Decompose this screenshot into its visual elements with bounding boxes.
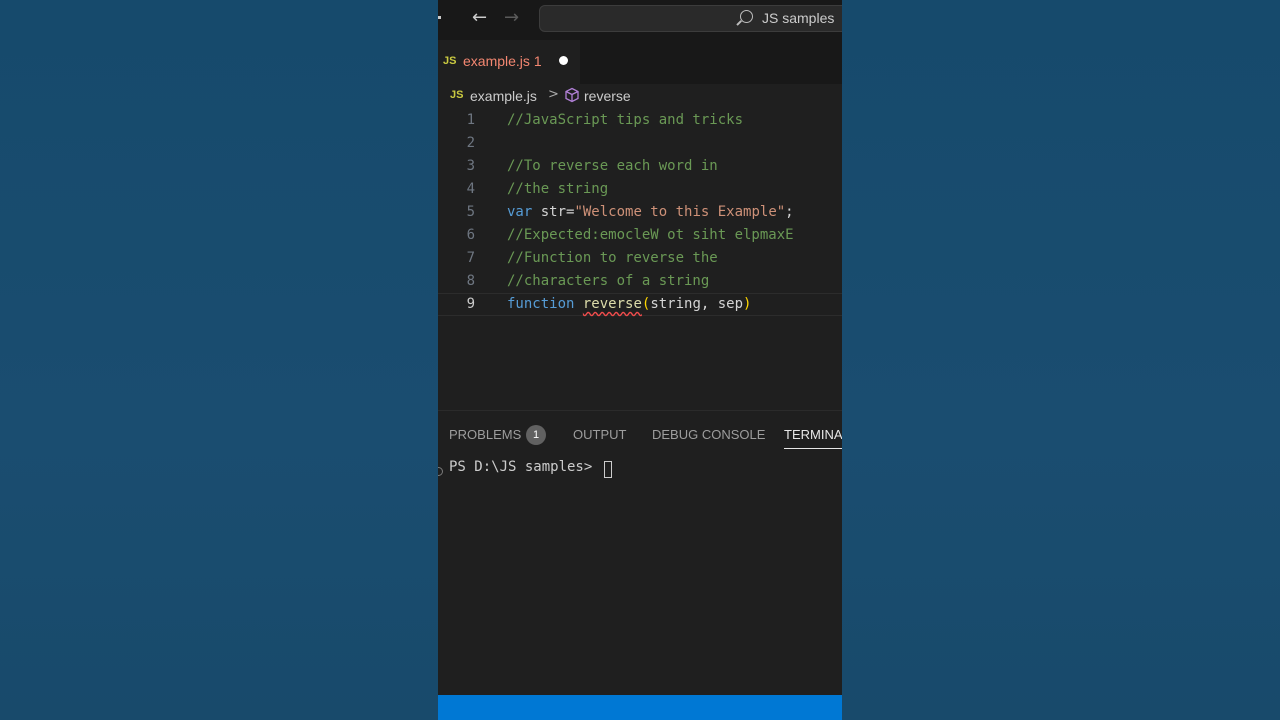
code-editor[interactable]: 1 //JavaScript tips and tricks 2 3 //To … bbox=[438, 108, 842, 410]
bottom-panel: PROBLEMS 1 OUTPUT DEBUG CONSOLE TERMINAL… bbox=[438, 410, 842, 695]
keyword-token: function bbox=[507, 296, 575, 312]
search-label: JS samples bbox=[762, 10, 835, 26]
code-text: //Function to reverse the bbox=[507, 250, 718, 266]
js-file-icon: JS bbox=[450, 89, 464, 101]
active-tab-indicator bbox=[784, 448, 842, 449]
line-number: 9 bbox=[466, 296, 475, 312]
punctuation-token: ; bbox=[785, 204, 794, 220]
function-name-token: reverse bbox=[582, 296, 642, 312]
title-bar: ← → JS samples bbox=[438, 0, 842, 40]
code-text: //To reverse each word in bbox=[507, 158, 718, 174]
method-cube-icon bbox=[565, 87, 579, 103]
breadcrumb: JS example.js > reverse bbox=[438, 84, 842, 108]
breadcrumb-symbol[interactable]: reverse bbox=[584, 88, 631, 104]
params-token: string, sep bbox=[650, 296, 744, 312]
unsaved-dot-icon[interactable] bbox=[559, 56, 568, 65]
line-number: 1 bbox=[466, 112, 475, 128]
problems-count-badge: 1 bbox=[526, 425, 546, 445]
tab-label: example.js 1 bbox=[463, 53, 542, 69]
tab-problems[interactable]: PROBLEMS bbox=[449, 427, 521, 442]
tab-terminal[interactable]: TERMINAL bbox=[784, 427, 842, 442]
code-line[interactable]: 4 //the string bbox=[438, 178, 842, 201]
code-text: //characters of a string bbox=[507, 273, 710, 289]
line-number: 8 bbox=[466, 273, 475, 289]
vscode-window: ← → JS samples JS example.js 1 JS exampl… bbox=[438, 0, 842, 720]
paren-token: ) bbox=[743, 296, 752, 312]
terminal-cursor bbox=[604, 461, 612, 478]
code-text: //the string bbox=[507, 181, 609, 197]
line-number: 2 bbox=[466, 135, 475, 151]
code-line-current[interactable]: 9 function reverse(string, sep) bbox=[438, 293, 842, 316]
js-file-icon: JS bbox=[443, 55, 457, 67]
status-bar bbox=[438, 695, 842, 720]
code-line[interactable]: 1 //JavaScript tips and tricks bbox=[438, 109, 842, 132]
code-text: //Expected:emocleW ot siht elpmaxE bbox=[507, 227, 794, 243]
menu-dot-icon[interactable] bbox=[438, 16, 441, 19]
line-number: 5 bbox=[466, 204, 475, 220]
code-line[interactable]: 7 //Function to reverse the bbox=[438, 247, 842, 270]
code-line[interactable]: 2 bbox=[438, 132, 842, 155]
breadcrumb-file[interactable]: example.js bbox=[470, 88, 537, 104]
command-center-search[interactable]: JS samples bbox=[539, 5, 842, 32]
keyword-token: var bbox=[507, 204, 533, 220]
terminal-decoration-icon bbox=[438, 467, 443, 476]
terminal-prompt[interactable]: PS D:\JS samples> bbox=[449, 459, 601, 475]
code-line[interactable]: 3 //To reverse each word in bbox=[438, 155, 842, 178]
arrow-left-icon[interactable]: ← bbox=[472, 8, 487, 28]
code-line[interactable]: 6 //Expected:emocleW ot siht elpmaxE bbox=[438, 224, 842, 247]
code-line[interactable]: 8 //characters of a string bbox=[438, 270, 842, 293]
chevron-right-icon: > bbox=[548, 87, 559, 102]
variable-token: str= bbox=[540, 204, 575, 220]
tab-output[interactable]: OUTPUT bbox=[573, 427, 626, 442]
arrow-right-icon[interactable]: → bbox=[504, 8, 519, 28]
string-token: "Welcome to this Example" bbox=[574, 204, 786, 220]
code-text: function reverse(string, sep) bbox=[507, 294, 751, 315]
line-number: 6 bbox=[466, 227, 475, 243]
tab-example-js[interactable]: JS example.js 1 bbox=[438, 40, 580, 84]
code-text: var str="Welcome to this Example"; bbox=[507, 201, 794, 224]
line-number: 4 bbox=[466, 181, 475, 197]
code-line[interactable]: 5 var str="Welcome to this Example"; bbox=[438, 201, 842, 224]
tab-debug-console[interactable]: DEBUG CONSOLE bbox=[652, 427, 765, 442]
code-text: //JavaScript tips and tricks bbox=[507, 112, 744, 128]
line-number: 7 bbox=[466, 250, 475, 266]
line-number: 3 bbox=[466, 158, 475, 174]
editor-tab-bar: JS example.js 1 bbox=[438, 40, 842, 84]
search-icon bbox=[740, 10, 753, 23]
